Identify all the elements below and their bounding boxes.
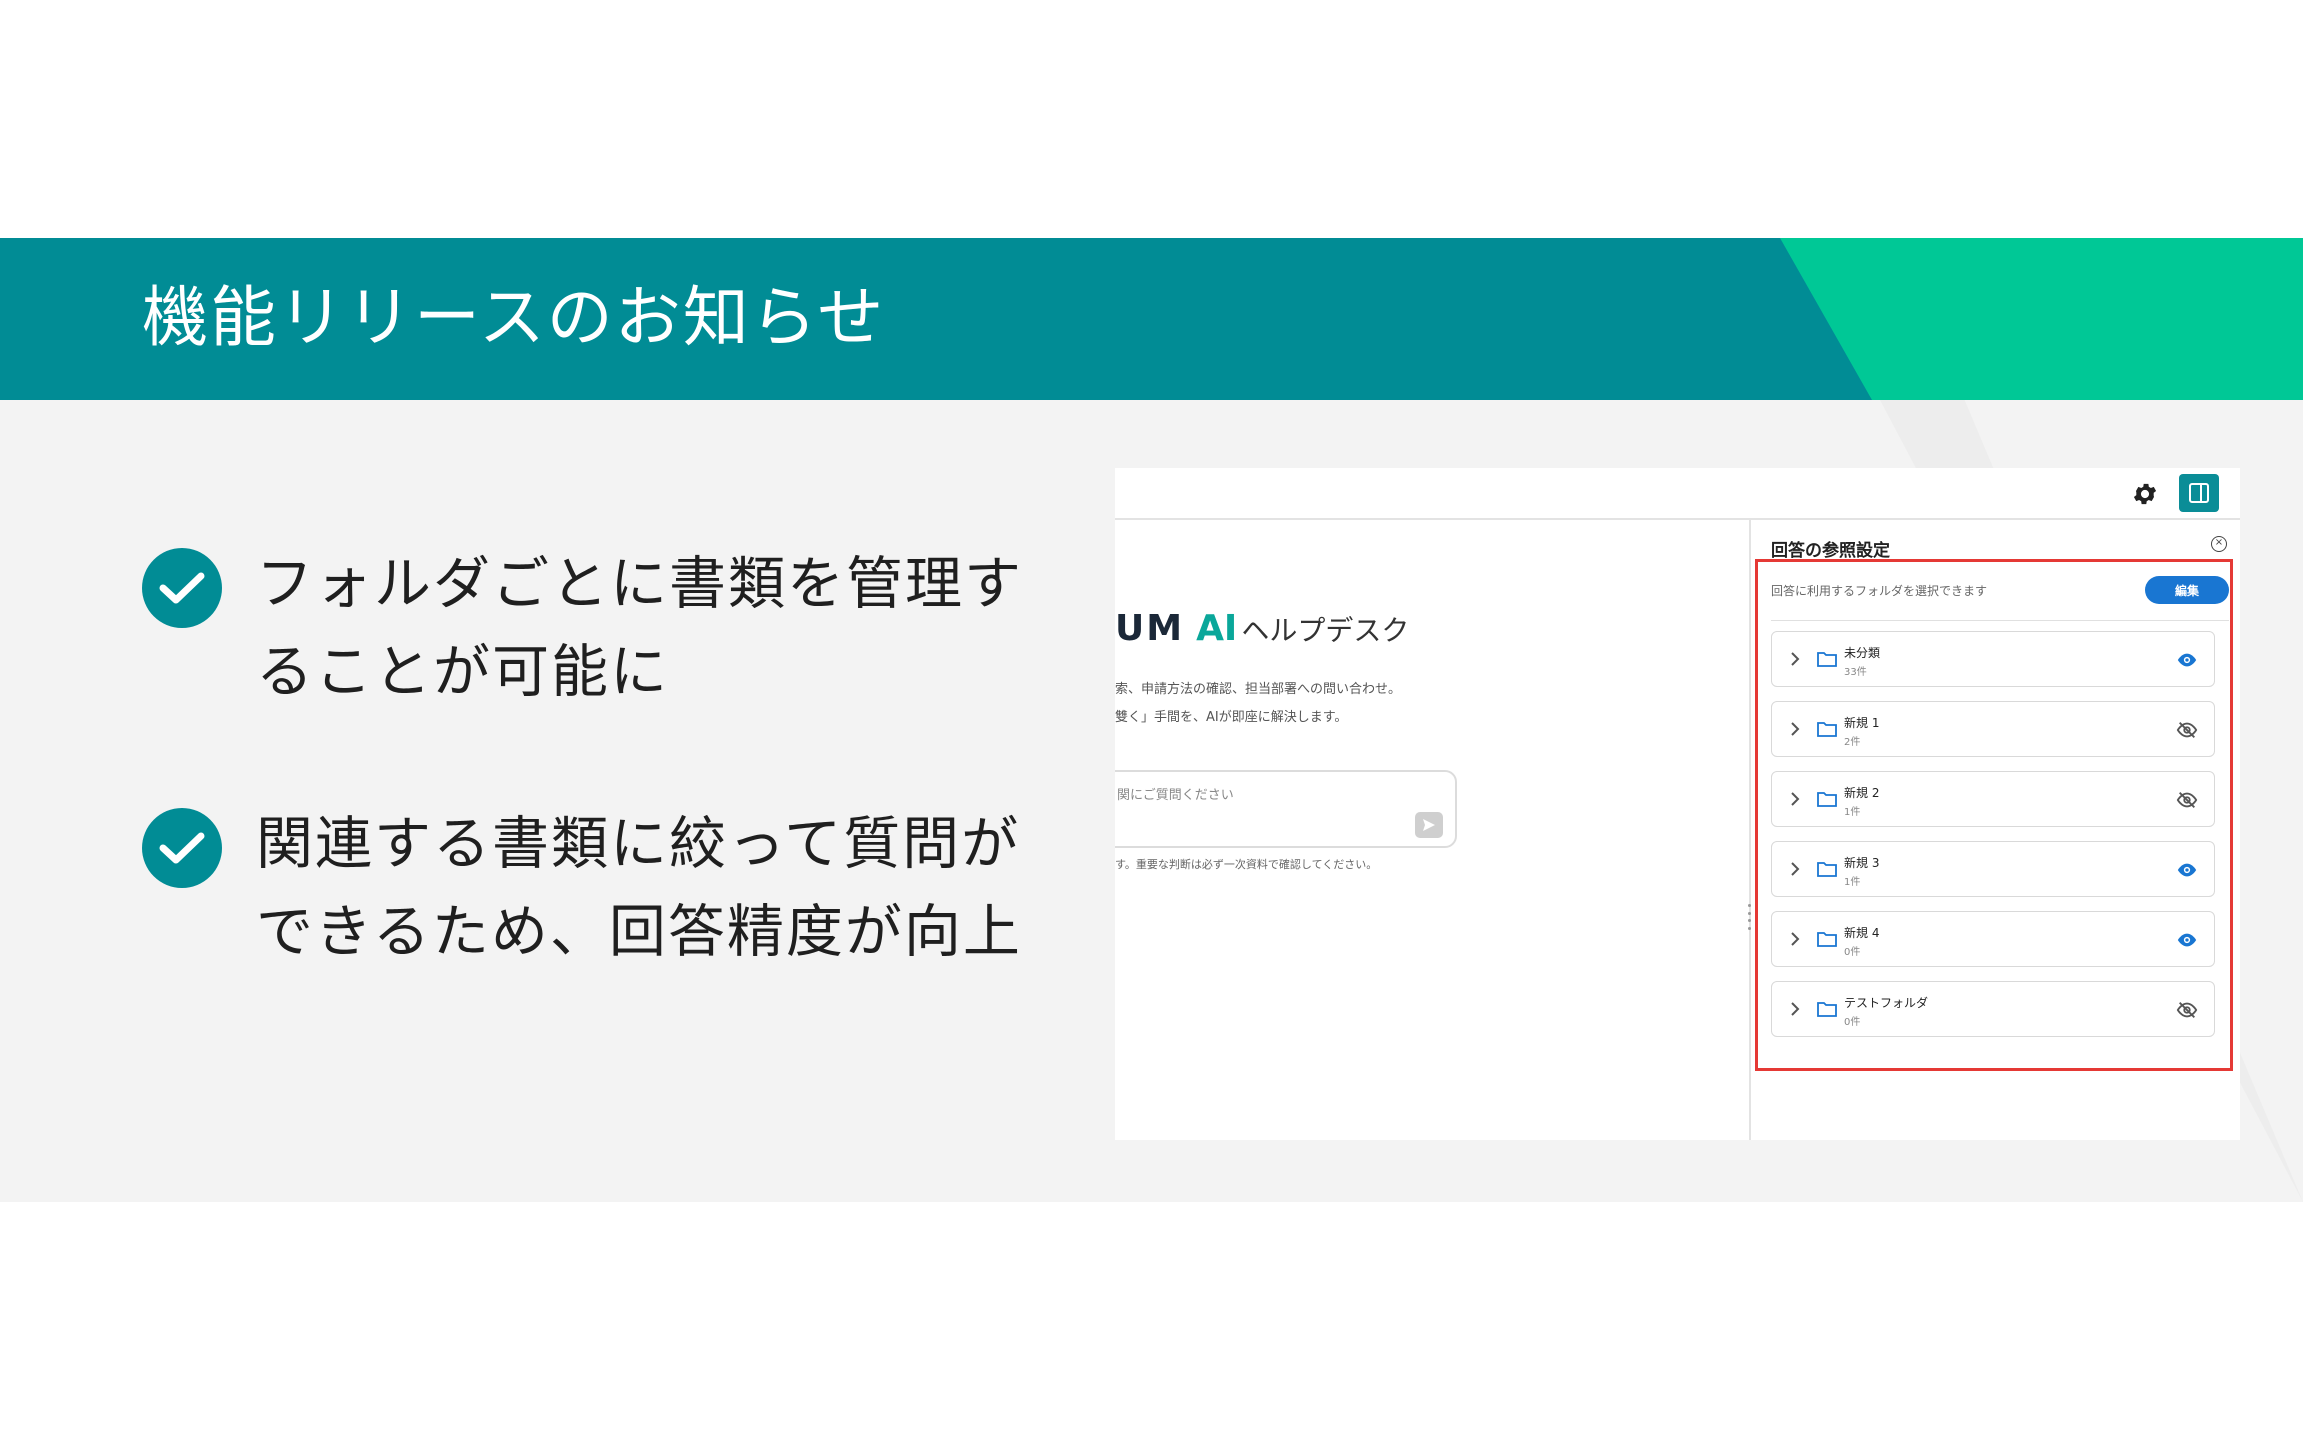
divider xyxy=(1771,620,2229,621)
chevron-right-icon[interactable] xyxy=(1788,860,1802,878)
folder-count: 0件 xyxy=(1844,1017,1861,1028)
eye-icon[interactable] xyxy=(2176,650,2198,670)
eye-off-icon[interactable] xyxy=(2176,790,2198,810)
slide-title: 機能リリースのお知らせ xyxy=(142,279,886,356)
folder-name: 新規 1 xyxy=(1844,716,1880,730)
folder-row[interactable]: 新規 2 1件 xyxy=(1771,771,2215,827)
folder-name: 新規 2 xyxy=(1844,786,1880,800)
reference-settings-panel: 回答の参照設定 × 回答に利用するフォルダを選択できます 編集 未分類 33件新規… xyxy=(1751,520,2240,1140)
chevron-right-icon[interactable] xyxy=(1788,790,1802,808)
eye-icon[interactable] xyxy=(2176,860,2198,880)
folder-row[interactable]: 新規 1 2件 xyxy=(1771,701,2215,757)
chevron-right-icon[interactable] xyxy=(1788,930,1802,948)
eye-off-icon[interactable] xyxy=(2176,1000,2198,1020)
folder-icon xyxy=(1816,790,1838,808)
folder-name: 新規 4 xyxy=(1844,926,1880,940)
slide: 機能リリースのお知らせ フォルダごとに書類を管理することが可能に 関連する書類に… xyxy=(0,0,2303,1440)
send-icon xyxy=(1423,819,1435,831)
send-button[interactable] xyxy=(1415,812,1443,838)
gear-icon[interactable] xyxy=(2131,480,2159,508)
disclaimer: す。重要な判断は必ず一次資料で確認してください。 xyxy=(1115,858,1378,871)
brand-ai: AI xyxy=(1196,608,1238,649)
folder-row[interactable]: 未分類 33件 xyxy=(1771,631,2215,687)
folder-count: 1件 xyxy=(1844,877,1861,888)
folder-icon xyxy=(1816,720,1838,738)
folder-name: 未分類 xyxy=(1844,646,1881,660)
folder-count: 33件 xyxy=(1844,667,1867,678)
folder-row[interactable]: テストフォルダ 0件 xyxy=(1771,981,2215,1037)
chevron-right-icon[interactable] xyxy=(1788,1000,1802,1018)
check-icon xyxy=(142,548,222,628)
app-topbar xyxy=(1115,468,2240,520)
feature-text: 関連する書類に絞って質問ができるため、回答精度が向上 xyxy=(256,811,1022,965)
folder-icon xyxy=(1816,860,1838,878)
description-line: 索、申請方法の確認、担当部署への問い合わせ。 xyxy=(1115,682,1402,697)
folder-name: テストフォルダ xyxy=(1844,996,1929,1010)
folder-icon xyxy=(1816,930,1838,948)
edit-button[interactable]: 編集 xyxy=(2145,576,2229,604)
brand-suffix: ヘルプデスク xyxy=(1241,614,1410,647)
description-line: 雙く」手間を、AIが即座に解決します。 xyxy=(1115,710,1348,725)
folder-count: 2件 xyxy=(1844,737,1861,748)
chat-input[interactable]: 関にご質問ください xyxy=(1115,770,1457,848)
banner-accent xyxy=(1780,238,2303,400)
folder-icon xyxy=(1816,650,1838,668)
close-icon[interactable]: × xyxy=(2211,536,2227,552)
check-icon xyxy=(142,808,222,888)
panel-title: 回答の参照設定 xyxy=(1771,541,1890,561)
folder-count: 0件 xyxy=(1844,947,1861,958)
brand-logo: UM AI ヘルプデスク xyxy=(1115,608,1409,649)
title-banner: 機能リリースのお知らせ xyxy=(0,238,2303,400)
chevron-right-icon[interactable] xyxy=(1788,720,1802,738)
app-screenshot: UM AI ヘルプデスク 索、申請方法の確認、担当部署への問い合わせ。 雙く」手間を… xyxy=(1115,468,2240,1140)
folder-count: 1件 xyxy=(1844,807,1861,818)
eye-icon[interactable] xyxy=(2176,930,2198,950)
chat-placeholder: 関にご質問ください xyxy=(1117,788,1234,803)
folder-icon xyxy=(1816,1000,1838,1018)
folder-row[interactable]: 新規 4 0件 xyxy=(1771,911,2215,967)
folder-row[interactable]: 新規 3 1件 xyxy=(1771,841,2215,897)
folder-name: 新規 3 xyxy=(1844,856,1880,870)
panel-description: 回答に利用するフォルダを選択できます xyxy=(1771,584,1988,598)
feature-text: フォルダごとに書類を管理することが可能に xyxy=(256,551,1023,705)
panel-toggle-icon[interactable] xyxy=(2179,474,2219,512)
brand-prefix: UM xyxy=(1115,608,1185,649)
eye-off-icon[interactable] xyxy=(2176,720,2198,740)
chevron-right-icon[interactable] xyxy=(1788,650,1802,668)
content-area: フォルダごとに書類を管理することが可能に 関連する書類に絞って質問ができるため、… xyxy=(0,400,2303,1202)
